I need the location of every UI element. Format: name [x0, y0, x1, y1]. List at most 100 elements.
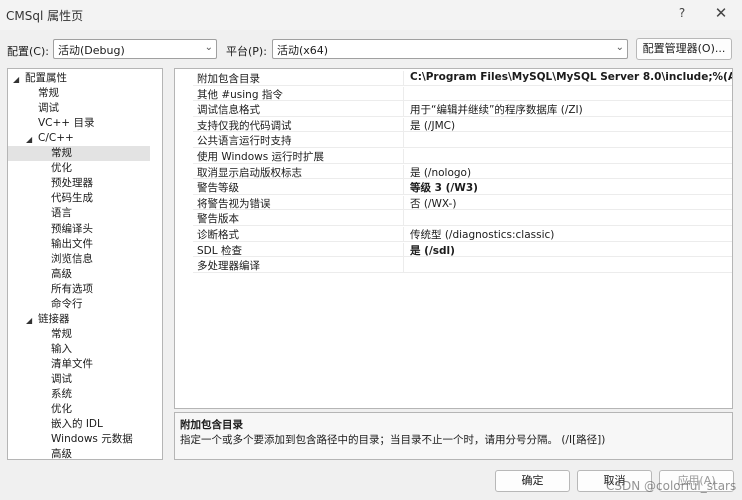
property-name: 附加包含目录 [197, 73, 260, 85]
tree-item[interactable]: ◢ C/C++ [8, 131, 150, 146]
property-row[interactable]: 其他 #using 指令 [193, 86, 732, 102]
tree-item[interactable]: 高级 [8, 267, 150, 282]
tree-item[interactable]: 常规 [8, 327, 150, 342]
platform-value: 活动(x64) [277, 44, 329, 57]
property-value[interactable] [403, 86, 410, 102]
tree-item[interactable]: 调试 [8, 101, 150, 116]
property-name: SDL 检查 [197, 244, 242, 257]
tree-item[interactable]: 所有选项 [8, 282, 150, 297]
tree-item-label: 所有选项 [51, 282, 93, 295]
property-name: 警告版本 [197, 213, 239, 226]
config-value: 活动(Debug) [58, 44, 125, 57]
tree-item[interactable]: 清单文件 [8, 357, 150, 372]
property-row[interactable]: 使用 Windows 运行时扩展 [193, 148, 732, 164]
ok-button[interactable]: 确定 [495, 470, 570, 492]
tree-item[interactable]: 系统 [8, 387, 150, 402]
tree-item[interactable]: 预处理器 [8, 176, 150, 191]
tree-item-label: 调试 [38, 102, 59, 115]
description-text: 指定一个或多个要添加到包含路径中的目录；当目录不止一个时，请用分号分隔。 (/I… [180, 434, 606, 446]
property-row[interactable]: 诊断格式 传统型 (/diagnostics:classic) [193, 226, 732, 242]
tree-item-label: 常规 [38, 87, 59, 100]
property-row[interactable]: 附加包含目录 C:\Program Files\MySQL\MySQL Serve… [193, 70, 732, 86]
tree-item[interactable]: ◢ 配置属性 [8, 71, 150, 86]
property-name: 使用 Windows 运行时扩展 [197, 151, 325, 163]
tree-item[interactable]: 浏览信息 [8, 252, 150, 267]
tree-item[interactable]: 嵌入的 IDL [8, 417, 150, 432]
tree-item[interactable]: 命令行 [8, 297, 150, 312]
tree-item-label: 预处理器 [51, 177, 93, 190]
tree-item-label: Windows 元数据 [51, 433, 133, 446]
property-row[interactable]: 取消显示启动版权标志 是 (/nologo) [193, 164, 732, 180]
property-value[interactable]: 传统型 (/diagnostics:classic) [403, 227, 554, 242]
property-row[interactable]: SDL 检查 是 (/sdl) [193, 242, 732, 258]
property-tree[interactable]: ◢ 配置属性 常规 调试 VC++ 目录 ◢ C/C++ 常规 优化 预处理器 代码生成 语言 预编译头… [7, 68, 163, 460]
tree-item-label: 预编译头 [51, 222, 93, 235]
config-select[interactable]: 活动(Debug) ⌄ [53, 39, 217, 59]
description-panel: 附加包含目录 指定一个或多个要添加到包含路径中的目录；当目录不止一个时，请用分号… [174, 412, 733, 460]
property-row[interactable]: 警告版本 [193, 210, 732, 227]
platform-select[interactable]: 活动(x64) ⌄ [272, 39, 628, 59]
tree-item-label: 浏览信息 [51, 252, 93, 265]
tree-item[interactable]: 输出文件 [8, 237, 150, 252]
tree-item-label: C/C++ [38, 132, 74, 145]
tree-item-label: 常规 [51, 147, 72, 160]
tree-item[interactable]: 优化 [8, 161, 150, 176]
property-name: 调试信息格式 [197, 104, 260, 117]
tree-item[interactable]: 语言 [8, 206, 150, 221]
property-grid[interactable]: 附加包含目录 C:\Program Files\MySQL\MySQL Serve… [174, 68, 733, 409]
property-value[interactable]: 用于“编辑并继续”的程序数据库 (/ZI) [403, 102, 583, 118]
chevron-down-icon: ⌄ [615, 42, 624, 53]
tree-item[interactable]: 预编译头 [8, 222, 150, 237]
property-row[interactable]: 公共语言运行时支持 [193, 132, 732, 149]
configuration-manager-button[interactable]: 配置管理器(O)... [636, 38, 732, 60]
help-icon[interactable]: ? [672, 6, 692, 20]
tree-item[interactable]: 输入 [8, 342, 150, 357]
property-name: 取消显示启动版权标志 [197, 166, 302, 179]
expand-arrow-icon[interactable]: ◢ [26, 132, 32, 147]
tree-item-label: 系统 [51, 388, 72, 401]
tree-item-label: 输入 [51, 342, 72, 355]
tree-item-label: 高级 [51, 267, 72, 280]
tree-item[interactable]: VC++ 目录 [8, 116, 150, 131]
tree-item[interactable]: 调试 [8, 372, 150, 387]
property-value[interactable]: 是 (/sdl) [403, 242, 455, 258]
tree-item[interactable]: 常规 [8, 86, 150, 101]
property-value[interactable] [403, 211, 410, 227]
property-value[interactable] [403, 133, 410, 149]
tree-item-label: 优化 [51, 162, 72, 175]
title-bar: CMSql 属性页 ? ✕ [0, 0, 742, 30]
description-title: 附加包含目录 [180, 419, 243, 431]
property-value[interactable]: C:\Program Files\MySQL\MySQL Server 8.0\… [403, 71, 732, 86]
tree-item-label: 清单文件 [51, 357, 93, 370]
tree-item[interactable]: ◢ 链接器 [8, 312, 150, 327]
tree-item-label: 语言 [51, 207, 72, 220]
property-row[interactable]: 将警告视为错误 否 (/WX-) [193, 195, 732, 211]
property-value[interactable]: 等级 3 (/W3) [403, 180, 478, 196]
property-value[interactable] [403, 258, 410, 274]
tree-item-label: 链接器 [38, 312, 70, 325]
expand-arrow-icon[interactable]: ◢ [13, 72, 19, 87]
property-value[interactable] [403, 149, 410, 164]
watermark: CSDN @colorful_stars [606, 479, 737, 493]
property-name: 将警告视为错误 [197, 197, 271, 210]
tree-item[interactable]: 常规 [8, 146, 150, 162]
close-icon[interactable]: ✕ [710, 4, 732, 22]
property-value[interactable]: 否 (/WX-) [403, 195, 456, 211]
property-row[interactable]: 支持仅我的代码调试 是 (/JMC) [193, 117, 732, 133]
tree-item[interactable]: 优化 [8, 402, 150, 417]
property-value[interactable]: 是 (/JMC) [403, 117, 455, 133]
property-row[interactable]: 调试信息格式 用于“编辑并继续”的程序数据库 (/ZI) [193, 101, 732, 118]
config-label: 配置(C): [7, 45, 49, 58]
tree-item[interactable]: Windows 元数据 [8, 432, 150, 447]
property-row[interactable]: 多处理器编译 [193, 257, 732, 274]
tree-item[interactable]: 代码生成 [8, 191, 150, 206]
expand-arrow-icon[interactable]: ◢ [26, 313, 32, 328]
tree-item-label: 命令行 [51, 297, 83, 310]
property-name: 其他 #using 指令 [197, 88, 283, 101]
tree-item[interactable]: 高级 [8, 447, 150, 459]
property-name: 支持仅我的代码调试 [197, 119, 292, 132]
property-value[interactable]: 是 (/nologo) [403, 164, 471, 180]
window-title: CMSql 属性页 [6, 9, 84, 23]
property-name: 诊断格式 [197, 229, 239, 241]
property-row[interactable]: 警告等级 等级 3 (/W3) [193, 179, 732, 196]
